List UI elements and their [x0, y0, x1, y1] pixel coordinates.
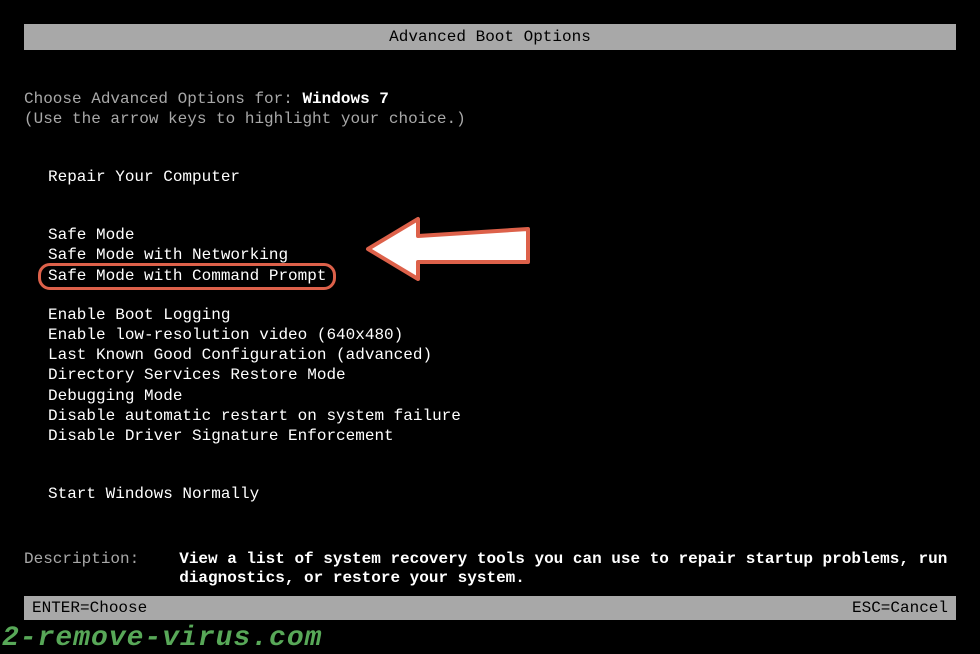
option-safe-mode-cmd-highlighted[interactable]: Safe Mode with Command Prompt	[48, 267, 326, 286]
option-ds-restore[interactable]: Directory Services Restore Mode	[48, 366, 956, 385]
option-last-known-good[interactable]: Last Known Good Configuration (advanced)	[48, 346, 956, 365]
option-start-normally[interactable]: Start Windows Normally	[48, 485, 956, 504]
option-low-res[interactable]: Enable low-resolution video (640x480)	[48, 326, 956, 345]
description-label: Description:	[24, 550, 139, 568]
option-debugging[interactable]: Debugging Mode	[48, 387, 956, 406]
footer-bar: ENTER=Choose ESC=Cancel	[24, 596, 956, 620]
option-safe-mode-networking[interactable]: Safe Mode with Networking	[48, 246, 956, 265]
footer-esc: ESC=Cancel	[852, 599, 948, 617]
prompt-line: Choose Advanced Options for: Windows 7	[24, 90, 956, 108]
prompt-text: Choose Advanced Options for:	[24, 90, 302, 108]
description-text: View a list of system recovery tools you…	[179, 550, 956, 588]
option-boot-logging[interactable]: Enable Boot Logging	[48, 306, 956, 325]
option-safe-mode[interactable]: Safe Mode	[48, 226, 956, 245]
option-repair-computer[interactable]: Repair Your Computer	[48, 168, 956, 187]
option-disable-sig[interactable]: Disable Driver Signature Enforcement	[48, 427, 956, 446]
title-bar: Advanced Boot Options	[24, 24, 956, 50]
option-disable-restart[interactable]: Disable automatic restart on system fail…	[48, 407, 956, 426]
watermark: 2-remove-virus.com	[2, 623, 322, 654]
os-name: Windows 7	[302, 90, 388, 108]
options-list: Repair Your Computer Safe Mode Safe Mode…	[24, 168, 956, 504]
option-safe-mode-cmd[interactable]: Safe Mode with Command Prompt	[48, 267, 326, 285]
footer-enter: ENTER=Choose	[32, 599, 147, 617]
description-section: Description: View a list of system recov…	[24, 550, 956, 588]
hint-line: (Use the arrow keys to highlight your ch…	[24, 110, 956, 128]
